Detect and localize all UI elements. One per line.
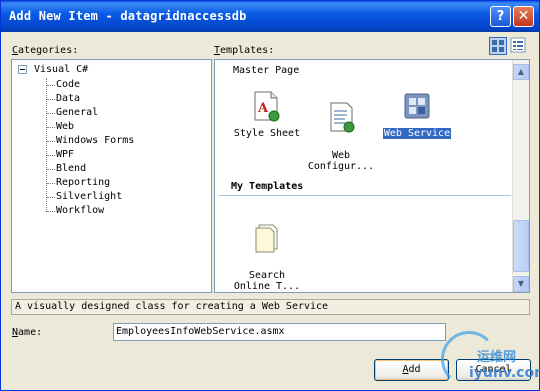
close-button[interactable]: ✕ <box>513 6 534 27</box>
tree-connector <box>47 197 55 199</box>
tree-connector <box>47 85 55 87</box>
tree-connector <box>47 183 55 185</box>
tree-item-blend[interactable]: Blend <box>56 162 86 176</box>
web-config-icon <box>330 102 355 133</box>
tree-connector <box>47 127 55 129</box>
templates-scrollbar[interactable]: ▲ ▼ <box>512 60 529 292</box>
tree-connector <box>47 141 55 143</box>
add-button[interactable]: Add <box>374 359 449 381</box>
template-style-sheet[interactable]: A Style Sheet <box>229 90 305 139</box>
tree-item-data[interactable]: Data <box>56 92 80 106</box>
watermark-line1: 运维网 <box>477 350 517 365</box>
tree-item-wpf[interactable]: WPF <box>56 148 74 162</box>
template-caption: Search Online T... <box>233 270 301 292</box>
tree-connector <box>47 169 55 171</box>
categories-label-text: ategories: <box>18 45 79 56</box>
template-caption: Web Service <box>382 128 452 139</box>
tree-item-reporting[interactable]: Reporting <box>56 176 110 190</box>
tree-root-visual-csharp[interactable]: Visual C# <box>34 63 88 77</box>
small-icons-icon <box>510 37 526 53</box>
add-label: dd <box>408 364 421 375</box>
scroll-down-icon: ▼ <box>517 279 525 288</box>
dialog-title: Add New Item - datagridnaccessdb <box>9 9 247 23</box>
collapse-icon[interactable] <box>18 65 27 74</box>
title-bar[interactable]: Add New Item - datagridnaccessdb ? ✕ <box>1 1 539 32</box>
small-icons-view-button[interactable] <box>510 37 528 55</box>
template-caption: Web Configur... <box>307 150 375 172</box>
scroll-thumb[interactable] <box>513 220 529 272</box>
tree-item-silverlight[interactable]: Silverlight <box>56 190 122 204</box>
tree-item-web[interactable]: Web <box>56 120 74 134</box>
name-label-text: ame: <box>18 327 43 338</box>
tree-connector <box>47 211 55 213</box>
categories-label: Categories: <box>12 45 78 56</box>
tree-connector <box>47 155 55 157</box>
template-caption: Style Sheet <box>233 128 301 139</box>
tree-item-windows-forms[interactable]: Windows Forms <box>56 134 134 148</box>
scroll-up-button[interactable]: ▲ <box>513 64 529 80</box>
templates-label-text: emplates: <box>220 45 275 56</box>
help-icon: ? <box>496 9 505 24</box>
name-label: Name: <box>12 327 42 338</box>
template-description: A visually designed class for creating a… <box>11 299 530 315</box>
my-templates-group: My Templates <box>219 181 511 196</box>
watermark-line2: iyunv.com <box>469 365 540 381</box>
templates-label: Templates: <box>214 45 274 56</box>
tree-item-workflow[interactable]: Workflow <box>56 204 104 218</box>
templates-list[interactable]: Master Page A Style Sheet Web Configur..… <box>214 59 530 293</box>
help-button[interactable]: ? <box>490 6 511 27</box>
svg-text:A: A <box>257 101 269 116</box>
close-icon: ✕ <box>517 8 530 24</box>
name-input[interactable]: EmployeesInfoWebService.asmx <box>113 323 446 341</box>
add-new-item-dialog: Add New Item - datagridnaccessdb ? ✕ Cat… <box>0 0 540 391</box>
tree-connector <box>47 113 55 115</box>
my-templates-header: My Templates <box>231 181 304 192</box>
search-online-templates-icon <box>255 224 278 253</box>
large-icons-icon <box>492 40 504 52</box>
categories-tree[interactable]: Visual C# Code Data General Web Windows Form… <box>11 59 212 293</box>
template-web-service[interactable]: Web Service <box>379 90 455 139</box>
tree-item-general[interactable]: General <box>56 106 98 120</box>
tree-connector <box>47 99 55 101</box>
web-service-icon <box>404 93 430 119</box>
large-icons-view-button[interactable] <box>489 37 507 55</box>
style-sheet-icon: A <box>254 91 280 122</box>
scroll-up-icon: ▲ <box>517 67 525 76</box>
scroll-down-button[interactable]: ▼ <box>513 276 529 292</box>
tree-item-code[interactable]: Code <box>56 78 80 92</box>
master-page-partial-label: Master Page <box>233 65 300 76</box>
template-web-configuration[interactable]: Web Configur... <box>303 90 379 172</box>
template-search-online[interactable]: Search Online T... <box>229 210 305 292</box>
